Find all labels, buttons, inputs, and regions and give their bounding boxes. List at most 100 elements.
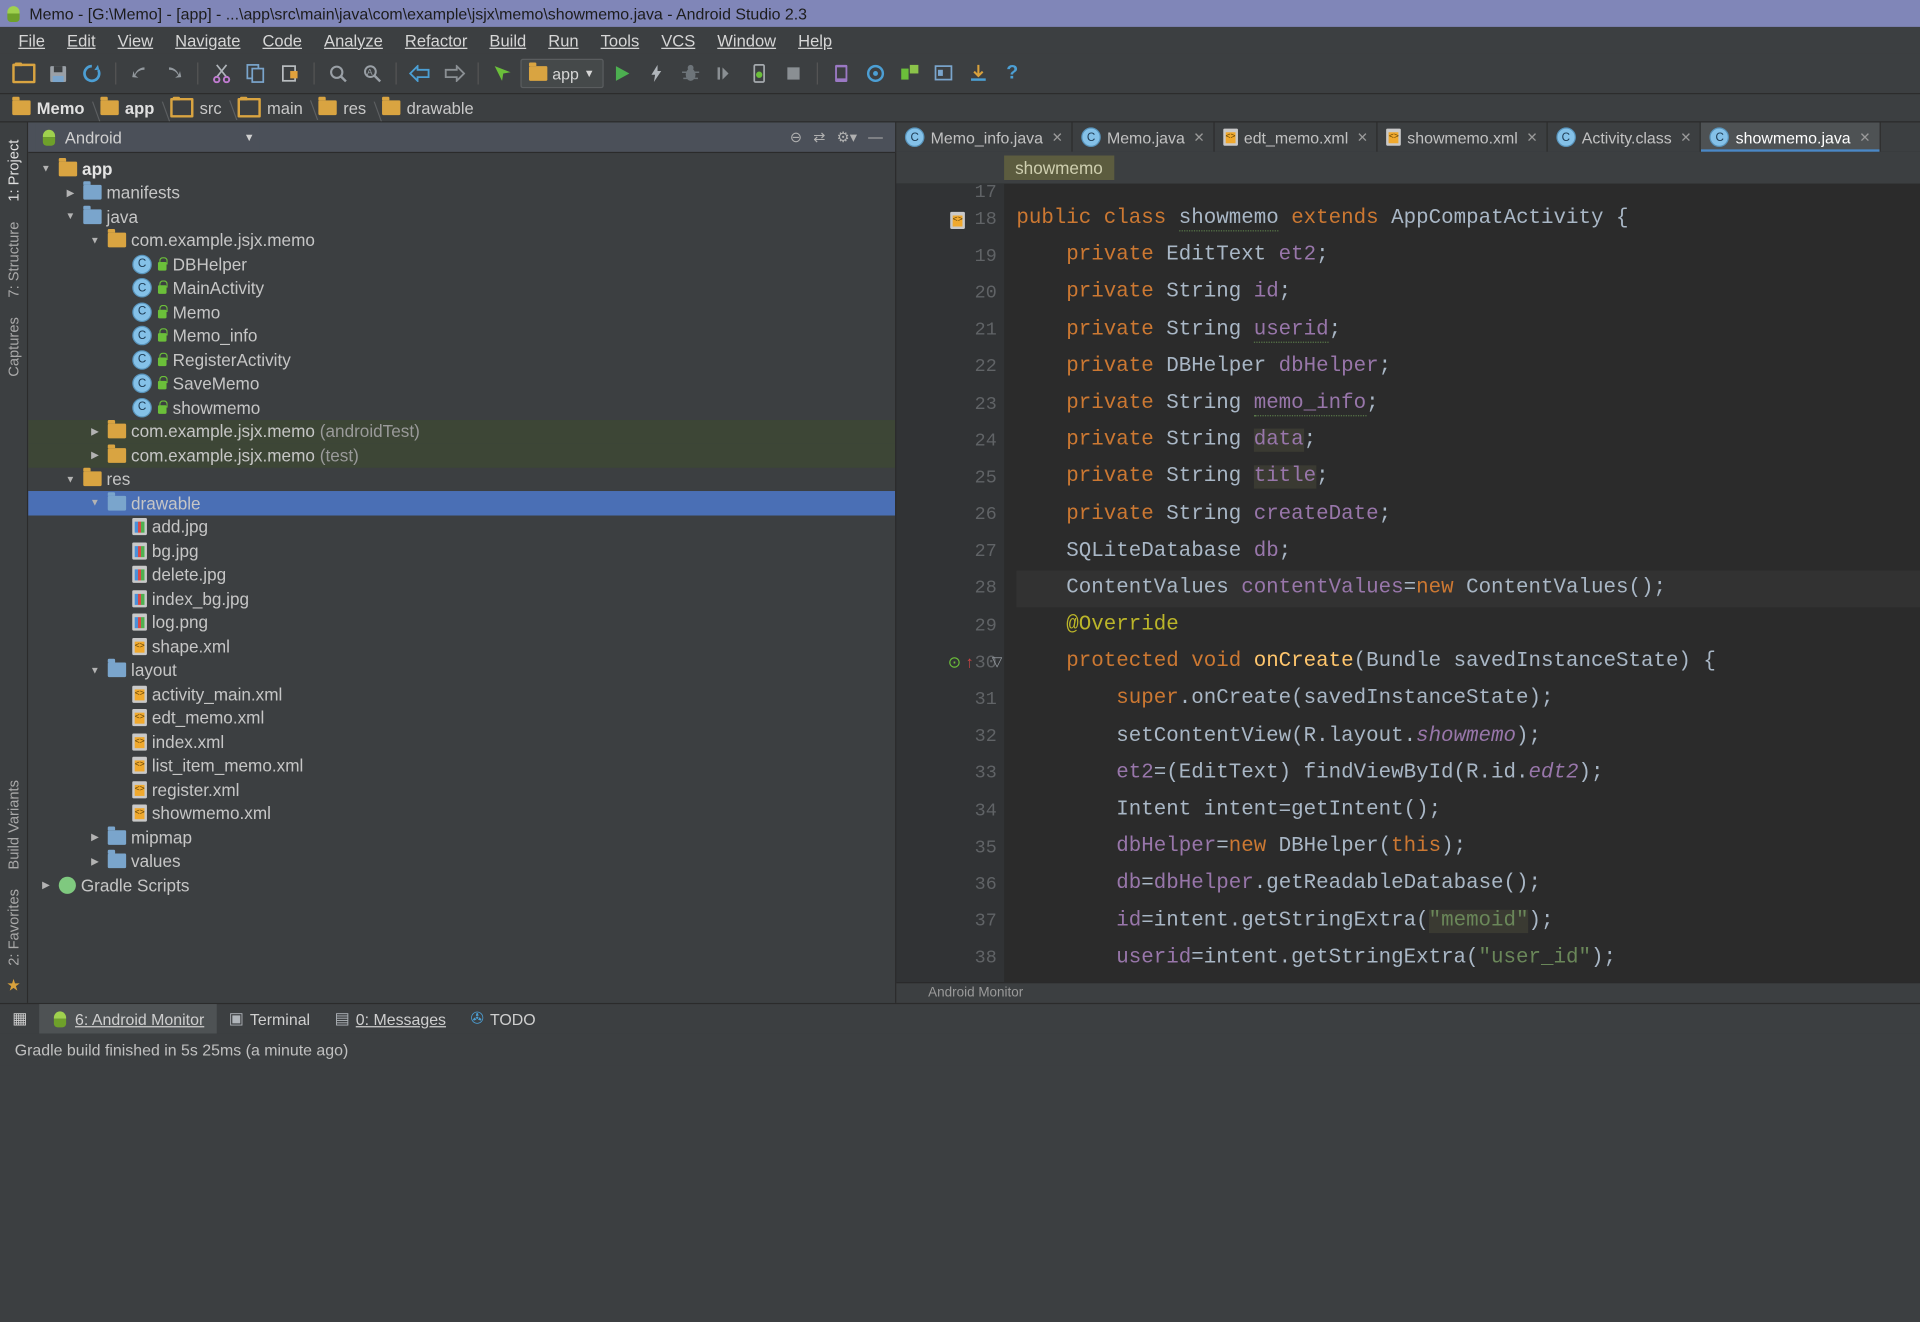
override-method-icon[interactable]: ⊙ <box>948 654 961 672</box>
editor-tab-edt-memo-xml[interactable]: edt_memo.xml✕ <box>1214 122 1377 151</box>
tree-node-shape-xml[interactable]: shape.xml <box>28 634 895 658</box>
chevron-down-icon[interactable]: ▼ <box>87 665 103 676</box>
chevron-down-icon[interactable]: ▼ <box>38 163 54 174</box>
editor-tab-memo-info-java[interactable]: C Memo_info.java ✕ <box>896 122 1072 151</box>
tree-node-drawable[interactable]: ▼ drawable <box>28 491 895 515</box>
collapse-all-icon[interactable]: ⊖ <box>790 129 802 146</box>
code-line[interactable]: private EditText et2; <box>1016 238 1920 275</box>
help-icon[interactable]: ? <box>996 59 1028 88</box>
tree-node-register-xml[interactable]: register.xml <box>28 778 895 802</box>
forward-icon[interactable] <box>438 59 470 88</box>
redo-icon[interactable] <box>158 59 190 88</box>
line-number[interactable]: ⊙ ↑ ▽ 30 <box>896 644 1004 681</box>
chevron-down-icon[interactable]: ▼ <box>87 235 103 246</box>
chevron-right-icon[interactable]: ▶ <box>87 426 103 437</box>
line-number[interactable]: 29 <box>896 607 1004 644</box>
cut-icon[interactable] <box>206 59 238 88</box>
undo-icon[interactable] <box>124 59 156 88</box>
editor-tab-activity-class[interactable]: C Activity.class ✕ <box>1548 122 1702 151</box>
menu-view[interactable]: View <box>107 30 165 51</box>
open-folder-icon[interactable] <box>7 59 39 88</box>
menu-help[interactable]: Help <box>787 30 843 51</box>
close-icon[interactable]: ✕ <box>1859 129 1870 145</box>
breadcrumb-item-src[interactable]: src <box>165 98 232 118</box>
gradle-sync-icon[interactable] <box>893 59 925 88</box>
code-line[interactable]: setContentView(R.layout.showmemo); <box>1016 718 1920 755</box>
android-device-icon[interactable] <box>743 59 775 88</box>
line-number[interactable]: 37 <box>896 903 1004 940</box>
navigate-up-icon[interactable] <box>486 59 518 88</box>
tool-window-structure[interactable]: 7: Structure <box>5 221 22 297</box>
tree-node-java[interactable]: ▼ java <box>28 204 895 228</box>
paste-icon[interactable] <box>274 59 306 88</box>
editor-tab-bar[interactable]: CMemo_info.java✕CMemo.java✕edt_memo.xml✕… <box>896 122 1920 151</box>
tree-node-manifests[interactable]: ▶ manifests <box>28 181 895 205</box>
xml-link-icon[interactable] <box>950 211 965 228</box>
apply-changes-icon[interactable] <box>640 59 672 88</box>
menu-code[interactable]: Code <box>251 30 313 51</box>
avd-manager-icon[interactable] <box>825 59 857 88</box>
run-icon[interactable] <box>606 59 638 88</box>
code-line[interactable]: private String memo_info; <box>1016 386 1920 423</box>
tree-node-log-png[interactable]: log.png <box>28 610 895 634</box>
tree-node-mainactivity[interactable]: C MainActivity <box>28 276 895 300</box>
step-icon[interactable] <box>709 59 741 88</box>
menu-tools[interactable]: Tools <box>590 30 651 51</box>
tree-node-com-example-jsjx-memo[interactable]: ▶ com.example.jsjx.memo (androidTest) <box>28 419 895 443</box>
save-all-icon[interactable] <box>42 59 74 88</box>
chevron-down-icon[interactable]: ▼ <box>62 211 78 222</box>
status-button-terminal[interactable]: ▣ Terminal <box>217 1004 323 1033</box>
line-number[interactable]: 38 <box>896 940 1004 977</box>
hide-panel-icon[interactable]: — <box>868 129 883 146</box>
project-tree[interactable]: ▼ app ▶ manifests ▼ java ▼ com.example.jsjx.mem… <box>28 153 895 1003</box>
code-line[interactable]: private String data; <box>1016 423 1920 460</box>
tree-node-showmemo[interactable]: Cshowmemo <box>28 396 895 420</box>
code-line[interactable]: db=dbHelper.getReadableDatabase(); <box>1016 866 1920 903</box>
code-line[interactable]: dbHelper=new DBHelper(this); <box>1016 829 1920 866</box>
close-icon[interactable]: ✕ <box>1526 129 1537 145</box>
line-number[interactable]: 22 <box>896 349 1004 386</box>
code-line[interactable]: private String createDate; <box>1016 497 1920 534</box>
line-number[interactable]: 26 <box>896 497 1004 534</box>
chevron-right-icon[interactable]: ▶ <box>62 187 78 198</box>
chevron-right-icon[interactable]: ▶ <box>87 450 103 461</box>
code-line[interactable]: Intent intent=getIntent(); <box>1016 792 1920 829</box>
chevron-right-icon[interactable]: ▶ <box>38 879 54 890</box>
tree-node-index-xml[interactable]: index.xml <box>28 730 895 754</box>
menu-vcs[interactable]: VCS <box>650 30 706 51</box>
line-number[interactable]: 33 <box>896 755 1004 792</box>
code-line[interactable]: ContentValues contentValues=new ContentV… <box>1016 570 1920 607</box>
statusbar-toggle-icon[interactable]: ▦ <box>0 1004 40 1033</box>
code-line[interactable]: id=intent.getStringExtra("memoid"); <box>1016 903 1920 940</box>
project-view-selector[interactable]: Android ▼ <box>36 124 260 151</box>
editor-tab-showmemo-java[interactable]: Cshowmemo.java ✕ <box>1701 122 1880 151</box>
stop-icon[interactable] <box>777 59 809 88</box>
tree-node-bg-jpg[interactable]: bg.jpg <box>28 539 895 563</box>
code-line[interactable]: userid=intent.getStringExtra("user_id"); <box>1016 940 1920 977</box>
menu-navigate[interactable]: Navigate <box>164 30 251 51</box>
line-number[interactable]: 32 <box>896 718 1004 755</box>
tree-node-res[interactable]: ▼ res <box>28 467 895 491</box>
close-icon[interactable]: ✕ <box>1193 129 1204 145</box>
code-line[interactable]: public class showmemo extends AppCompatA… <box>1016 201 1920 238</box>
tree-node-registeractivity[interactable]: C RegisterActivity <box>28 348 895 372</box>
line-number[interactable]: 24 <box>896 423 1004 460</box>
menu-refactor[interactable]: Refactor <box>394 30 479 51</box>
menu-analyze[interactable]: Analyze <box>313 30 394 51</box>
expand-tree-icon[interactable]: ⇄ <box>813 129 825 146</box>
menu-build[interactable]: Build <box>478 30 537 51</box>
debug-icon[interactable] <box>674 59 706 88</box>
line-number[interactable]: 31 <box>896 681 1004 718</box>
chevron-down-icon[interactable]: ▼ <box>87 497 103 508</box>
tree-node-savememo[interactable]: C SaveMemo <box>28 372 895 396</box>
tree-node-add-jpg[interactable]: add.jpg <box>28 515 895 539</box>
tool-window-captures[interactable]: Captures <box>5 317 22 377</box>
code-line[interactable]: private String id; <box>1016 275 1920 312</box>
code-line[interactable]: private String title; <box>1016 460 1920 497</box>
download-icon[interactable] <box>962 59 994 88</box>
menu-file[interactable]: File <box>7 30 56 51</box>
breadcrumb-item-drawable[interactable]: drawable <box>377 99 485 117</box>
line-number[interactable]: 20 <box>896 275 1004 312</box>
line-number-gutter[interactable]: 17181920212223242526272829⊙↑▽30313233343… <box>896 184 1004 982</box>
line-number[interactable]: 21 <box>896 312 1004 349</box>
